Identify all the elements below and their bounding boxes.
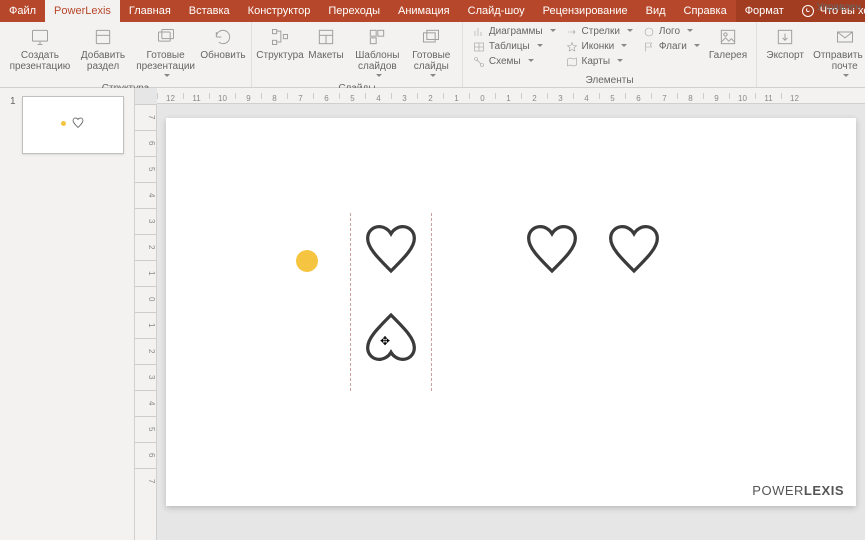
templates-icon	[366, 26, 388, 48]
lbl: Карты	[582, 56, 611, 67]
ready-slides-button[interactable]: Готовые слайды	[407, 24, 456, 82]
scheme-icon	[473, 56, 485, 68]
layout-icon	[315, 26, 337, 48]
group-label: Элементы	[586, 74, 634, 86]
lbl: Готовые слайды	[410, 50, 453, 72]
shape-heart-2[interactable]	[357, 308, 425, 364]
group-elements: Диаграммы Таблицы Схемы Стрелки Иконки К…	[463, 22, 757, 87]
tab-slideshow[interactable]: Слайд-шоу	[459, 0, 534, 22]
thumb-dot	[61, 121, 66, 126]
create-presentation-button[interactable]: Создать презентацию	[6, 24, 74, 74]
gallery-button[interactable]: Галерея	[706, 24, 750, 63]
ruler-horizontal: 1211109876543210123456789101112	[157, 88, 865, 104]
schemes-button[interactable]: Схемы	[469, 54, 560, 69]
lbl: Экспорт	[766, 50, 804, 61]
lbl: Макеты	[308, 50, 344, 61]
icons-button[interactable]: Иконки	[562, 39, 637, 54]
thumb-number: 1	[10, 96, 16, 154]
bulb-icon	[802, 5, 814, 17]
tab-transitions[interactable]: Переходы	[319, 0, 389, 22]
lbl: Обновить	[200, 50, 245, 61]
lbl: Таблицы	[489, 41, 530, 52]
export-icon	[774, 26, 796, 48]
section-icon	[92, 26, 114, 48]
lbl: Создать презентацию	[9, 50, 71, 72]
tab-bar: Файл PowerLexis Главная Вставка Конструк…	[0, 0, 865, 22]
flags-button[interactable]: Флаги	[639, 39, 704, 54]
stack-icon	[155, 26, 177, 48]
refresh-icon	[212, 26, 234, 48]
export-button[interactable]: Экспорт	[763, 24, 807, 63]
slides-icon	[420, 26, 442, 48]
presentation-icon	[29, 26, 51, 48]
management-label: Управлен	[817, 2, 861, 13]
gallery-icon	[717, 26, 739, 48]
chart-icon	[473, 26, 485, 38]
group-slides: Структура Макеты Шаблоны слайдов Готовые…	[252, 22, 463, 87]
thumb-heart-icon	[71, 117, 85, 129]
watermark: POWERLEXIS	[752, 483, 844, 498]
ready-presentations-button[interactable]: Готовые презентации	[132, 24, 199, 82]
lbl: Галерея	[709, 50, 747, 61]
lbl: Схемы	[489, 56, 521, 67]
tab-animation[interactable]: Анимация	[389, 0, 459, 22]
slide-thumbnail-1[interactable]	[22, 96, 124, 154]
ribbon: Создать презентацию Добавить раздел Гото…	[0, 22, 865, 88]
structure-button[interactable]: Структура	[258, 24, 302, 63]
workspace: 1 1211109876543210123456789101112 765432…	[0, 88, 865, 540]
tree-icon	[269, 26, 291, 48]
lbl: Шаблоны слайдов	[353, 50, 402, 72]
tab-design[interactable]: Конструктор	[239, 0, 320, 22]
tab-powerlexis[interactable]: PowerLexis	[45, 0, 120, 22]
shape-circle[interactable]	[296, 250, 318, 272]
diagrams-button[interactable]: Диаграммы	[469, 24, 560, 39]
refresh-button[interactable]: Обновить	[201, 24, 245, 63]
maps-button[interactable]: Карты	[562, 54, 637, 69]
wm-bold: LEXIS	[804, 483, 844, 498]
add-section-button[interactable]: Добавить раздел	[76, 24, 130, 74]
slide-canvas[interactable]: ✥ POWERLEXIS	[166, 118, 856, 506]
lbl: Иконки	[582, 41, 615, 52]
tab-format[interactable]: Формат	[736, 0, 793, 22]
flag-icon	[643, 41, 655, 53]
ruler-vertical: 765432101234567	[135, 104, 157, 540]
templates-button[interactable]: Шаблоны слайдов	[350, 24, 405, 82]
lbl: Готовые презентации	[135, 50, 196, 72]
star-icon	[566, 41, 578, 53]
mail-icon	[834, 26, 856, 48]
lbl: Структура	[256, 50, 303, 61]
arrow-icon	[566, 26, 578, 38]
lbl: Лого	[659, 26, 680, 37]
shape-heart-3[interactable]	[518, 222, 586, 278]
tab-view[interactable]: Вид	[637, 0, 675, 22]
tab-insert[interactable]: Вставка	[180, 0, 239, 22]
canvas-scroll[interactable]: ✥ POWERLEXIS	[157, 104, 865, 540]
lbl: Диаграммы	[489, 26, 543, 37]
layouts-button[interactable]: Макеты	[304, 24, 348, 63]
shape-heart-4[interactable]	[600, 222, 668, 278]
editor-area: 1211109876543210123456789101112 76543210…	[135, 88, 865, 540]
group-tools: Экспорт Отправить по почте Фон Язык Ru/E…	[757, 22, 865, 87]
tab-home[interactable]: Главная	[120, 0, 180, 22]
lbl: Отправить по почте	[812, 50, 865, 72]
group-structure: Создать презентацию Добавить раздел Гото…	[0, 22, 252, 87]
wm-thin: POWER	[752, 483, 804, 498]
map-icon	[566, 56, 578, 68]
thumbnail-panel: 1	[0, 88, 135, 540]
send-button[interactable]: Отправить по почте	[809, 24, 865, 82]
logo-icon	[643, 26, 655, 38]
shape-heart-1[interactable]	[357, 222, 425, 278]
tables-button[interactable]: Таблицы	[469, 39, 560, 54]
logo-button[interactable]: Лого	[639, 24, 704, 39]
lbl: Флаги	[659, 41, 687, 52]
tab-help[interactable]: Справка	[675, 0, 736, 22]
tab-file[interactable]: Файл	[0, 0, 45, 22]
lbl: Стрелки	[582, 26, 620, 37]
lbl: Добавить раздел	[79, 50, 127, 72]
table-icon	[473, 41, 485, 53]
arrows-button[interactable]: Стрелки	[562, 24, 637, 39]
tab-review[interactable]: Рецензирование	[534, 0, 637, 22]
